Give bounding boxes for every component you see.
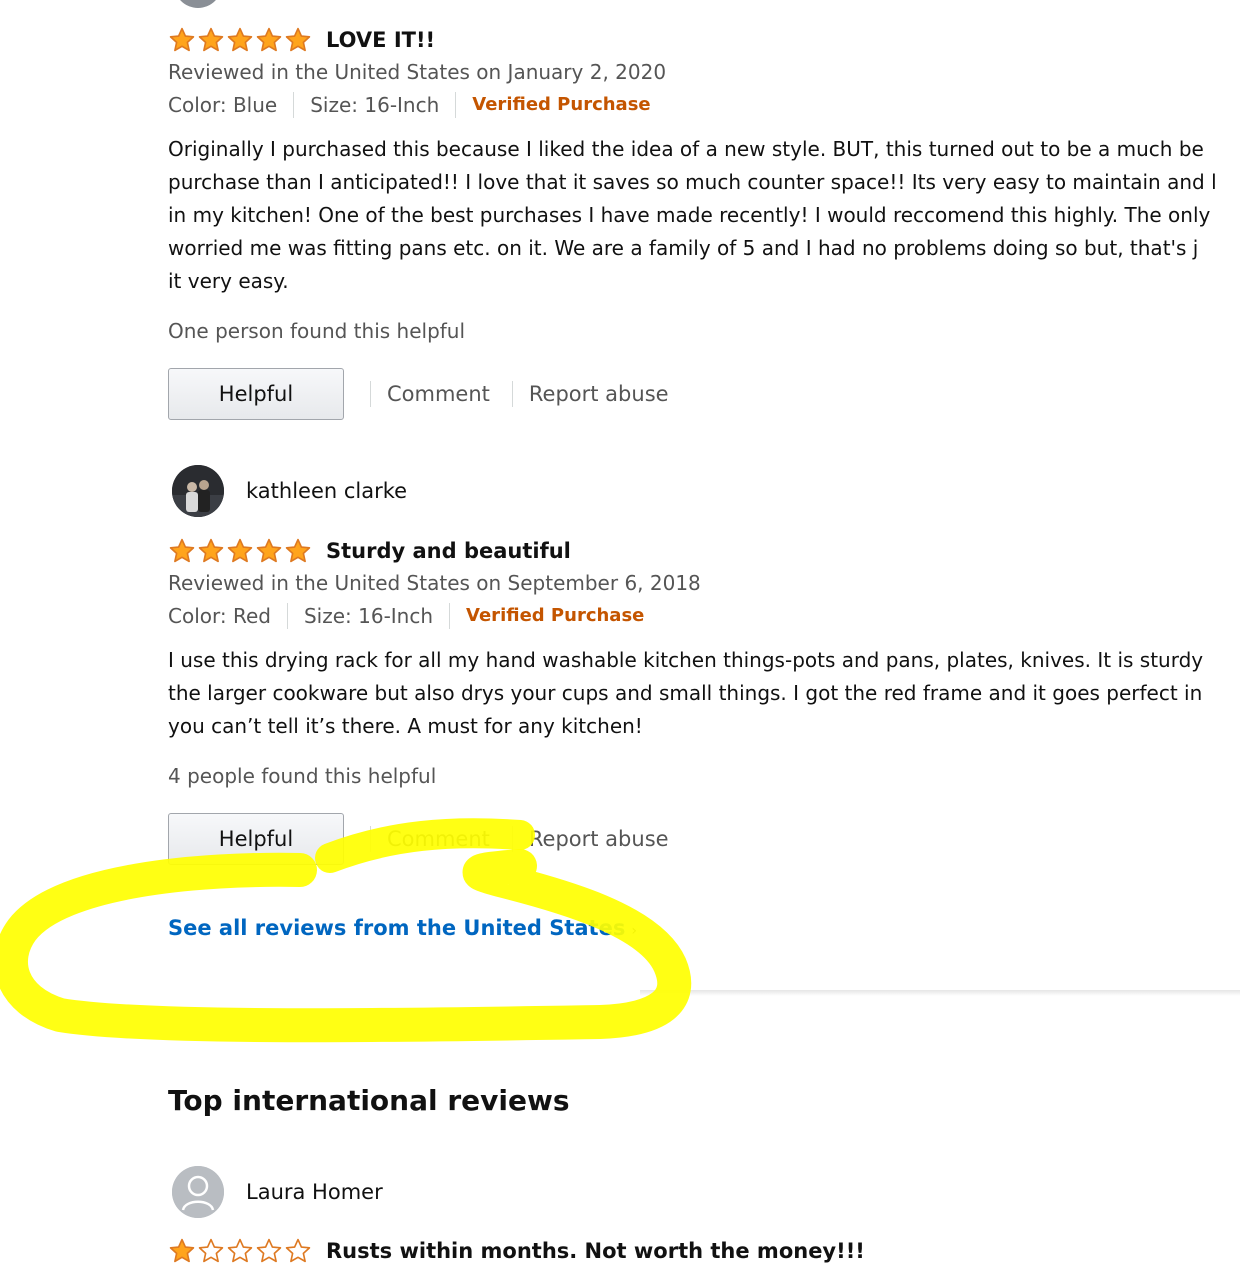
comment-link[interactable]: Comment <box>387 382 490 406</box>
avatar[interactable] <box>172 465 224 517</box>
reviewer-avatar[interactable] <box>174 0 222 8</box>
review-body-line: it very easy. <box>168 269 289 293</box>
size-attribute[interactable]: Size: 16-Inch <box>310 91 439 119</box>
size-attribute[interactable]: Size: 16-Inch <box>304 602 433 630</box>
divider <box>293 92 295 118</box>
color-attribute[interactable]: Color: Blue <box>168 91 277 119</box>
reviewer-name[interactable]: kathleen clarke <box>246 479 407 503</box>
helpful-count: One person found this helpful <box>168 319 466 343</box>
section-divider <box>640 990 1240 996</box>
review-title[interactable]: LOVE IT!! <box>326 26 435 54</box>
see-all-reviews-label[interactable]: See all reviews from the United States <box>168 916 625 940</box>
review-body-line: I use this drying rack for all my hand w… <box>168 648 1204 672</box>
star-empty-icon <box>285 1238 311 1263</box>
reviewer-name[interactable]: Laura Homer <box>246 1180 383 1204</box>
reviews-page: LOVE IT!! Reviewed in the United States … <box>0 0 1240 1270</box>
star-filled-icon <box>169 1238 195 1263</box>
review-body: I use this drying rack for all my hand w… <box>168 644 1240 743</box>
default-avatar-icon <box>172 1166 224 1218</box>
divider <box>286 603 288 629</box>
star-filled-icon <box>285 27 311 52</box>
divider <box>449 603 451 629</box>
star-filled-icon <box>256 27 282 52</box>
reviewer-profile[interactable]: kathleen clarke <box>172 465 407 517</box>
star-rating[interactable] <box>168 1237 312 1265</box>
report-abuse-link[interactable]: Report abuse <box>529 382 669 406</box>
review-title[interactable]: Sturdy and beautiful <box>326 537 571 565</box>
star-rating[interactable] <box>168 537 312 565</box>
section-heading: Top international reviews <box>168 1084 570 1117</box>
divider <box>455 92 457 118</box>
review-body-line: Originally I purchased this because I li… <box>168 137 1204 161</box>
star-filled-icon <box>285 538 311 563</box>
review-date: Reviewed in the United States on Septemb… <box>168 571 701 595</box>
star-rating[interactable] <box>168 26 312 54</box>
chevron-right-icon: › <box>631 923 637 939</box>
star-filled-icon <box>198 27 224 52</box>
review-body-line: you can’t tell it’s there. A must for an… <box>168 714 643 738</box>
star-empty-icon <box>227 1238 253 1263</box>
star-filled-icon <box>169 27 195 52</box>
verified-purchase-badge[interactable]: Verified Purchase <box>466 602 644 630</box>
star-empty-icon <box>256 1238 282 1263</box>
divider <box>370 381 371 407</box>
star-filled-icon <box>227 27 253 52</box>
star-filled-icon <box>227 538 253 563</box>
review-body-line: the larger cookware but also drys your c… <box>168 681 1203 705</box>
helpful-button[interactable]: Helpful <box>168 368 344 420</box>
star-filled-icon <box>256 538 282 563</box>
report-abuse-link[interactable]: Report abuse <box>529 827 669 851</box>
review-date: Reviewed in the United States on January… <box>168 60 667 84</box>
divider <box>511 381 513 407</box>
avatar-photo <box>172 465 224 517</box>
review-body-line: in my kitchen! One of the best purchases… <box>168 203 1211 227</box>
comment-link[interactable]: Comment <box>387 827 490 851</box>
review-body-line: purchase than I anticipated!! I love tha… <box>168 170 1217 194</box>
star-empty-icon <box>198 1238 224 1263</box>
avatar[interactable] <box>172 1166 224 1218</box>
verified-purchase-badge[interactable]: Verified Purchase <box>472 91 650 119</box>
star-filled-icon <box>198 538 224 563</box>
review-body-line: worried me was fitting pans etc. on it. … <box>168 236 1199 260</box>
helpful-count: 4 people found this helpful <box>168 764 437 788</box>
reviewer-profile[interactable]: Laura Homer <box>172 1166 383 1218</box>
review-actions: Helpful Comment Report abuse <box>168 812 669 866</box>
color-attribute[interactable]: Color: Red <box>168 602 271 630</box>
divider <box>370 826 371 852</box>
review-actions: Helpful Comment Report abuse <box>168 367 669 421</box>
see-all-reviews-link[interactable]: See all reviews from the United States › <box>168 916 637 940</box>
helpful-button[interactable]: Helpful <box>168 813 344 865</box>
star-filled-icon <box>169 538 195 563</box>
review-body: Originally I purchased this because I li… <box>168 133 1240 298</box>
review-attributes: Color: Blue Size: 16-Inch Verified Purch… <box>168 91 651 119</box>
review-title[interactable]: Rusts within months. Not worth the money… <box>326 1237 865 1265</box>
divider <box>511 826 513 852</box>
review-attributes: Color: Red Size: 16-Inch Verified Purcha… <box>168 602 644 630</box>
